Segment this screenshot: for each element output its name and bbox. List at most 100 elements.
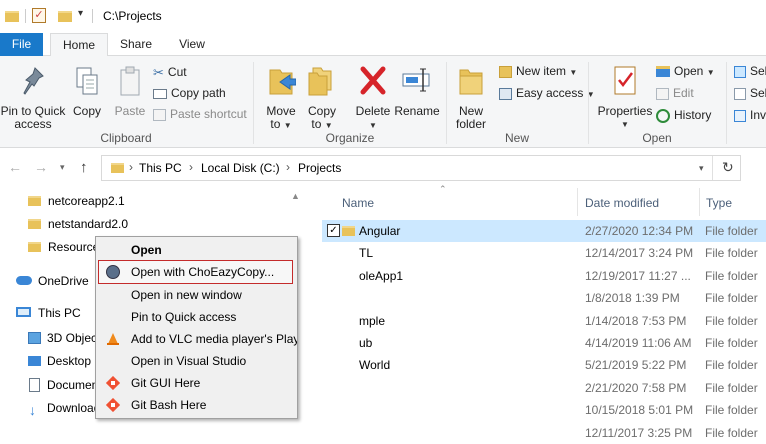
customize-toolbar-icon[interactable]: ▾	[78, 8, 83, 19]
table-row[interactable]: ub 4/14/2019 11:06 AM File folder	[322, 332, 766, 354]
back-icon[interactable]: ←	[8, 159, 22, 175]
menu-item-open-visual-studio[interactable]: Open in Visual Studio	[96, 350, 297, 372]
menu-item-git-bash[interactable]: Git Bash Here	[96, 394, 297, 416]
paste-shortcut-button[interactable]: Paste shortcut	[153, 107, 247, 121]
nav-item-3d-objects[interactable]: 3D Object	[28, 327, 100, 349]
tab-file[interactable]: File	[0, 33, 43, 56]
recent-locations-icon[interactable]: ▾	[60, 162, 65, 173]
refresh-icon[interactable]: ↻	[722, 159, 734, 176]
nav-item-desktop[interactable]: Desktop	[28, 350, 91, 372]
edit-button[interactable]: Edit	[656, 86, 694, 100]
nav-item-downloads[interactable]: ↓ Download	[28, 397, 100, 419]
nav-item-netcoreapp[interactable]: netcoreapp2.1	[28, 190, 125, 212]
tab-home[interactable]: Home	[50, 33, 108, 57]
breadcrumb-separator[interactable]: ›	[129, 160, 133, 174]
select-none-button[interactable]: Sel	[734, 86, 766, 100]
invert-selection-button[interactable]: Inv	[734, 108, 766, 122]
column-divider[interactable]	[577, 188, 578, 216]
copy-button[interactable]: Copy	[68, 66, 106, 118]
edit-icon	[656, 87, 669, 100]
scissors-icon: ✂	[153, 64, 164, 80]
history-button[interactable]: History	[656, 108, 711, 123]
breadcrumb-projects[interactable]: Projects	[298, 161, 341, 175]
table-row[interactable]: 12/11/2017 3:25 PM File folder	[322, 422, 766, 444]
ribbon-home: Pin to Quick access Copy Paste ✂ Cut Copy…	[0, 56, 766, 148]
new-folder-quick-access-icon[interactable]	[58, 11, 72, 22]
open-button[interactable]: Open ▼	[656, 64, 715, 80]
column-header-type[interactable]: Type	[706, 196, 732, 210]
breadcrumb-this-pc[interactable]: This PC	[139, 161, 182, 175]
nav-item-this-pc[interactable]: This PC	[16, 302, 81, 324]
cut-button[interactable]: ✂ Cut	[153, 65, 187, 80]
breadcrumb-local-disk[interactable]: Local Disk (C:)	[201, 161, 280, 175]
cell-name: TL	[359, 246, 374, 260]
nav-item-netstandard[interactable]: netstandard2.0	[28, 213, 128, 235]
easy-access-button[interactable]: Easy access ▼	[499, 86, 595, 102]
copy-path-button[interactable]: Copy path	[153, 86, 226, 100]
column-header-name[interactable]: Name	[342, 196, 374, 210]
up-icon[interactable]: ↑	[80, 159, 88, 176]
nav-item-label: netstandard2.0	[48, 217, 129, 231]
cell-type: File folder	[705, 403, 758, 417]
breadcrumb-separator[interactable]: ›	[189, 160, 193, 174]
menu-item-open-with-choeazycopy[interactable]: Open with ChoEazyCopy...	[98, 260, 293, 284]
new-item-button[interactable]: New item ▼	[499, 64, 577, 80]
tab-view[interactable]: View	[168, 33, 216, 56]
nav-item-resource[interactable]: Resource	[28, 236, 99, 258]
table-row[interactable]: 2/21/2020 7:58 PM File folder	[322, 377, 766, 399]
paste-shortcut-label: Paste shortcut	[170, 107, 247, 121]
table-row[interactable]: oleApp1 12/19/2017 11:27 ... File folder	[322, 265, 766, 287]
row-checkbox[interactable]: ✓	[327, 224, 340, 237]
pin-to-quick-access-button[interactable]: Pin to Quick access	[0, 66, 66, 131]
address-bar[interactable]: › This PC › Local Disk (C:) › Projects ▾…	[101, 155, 741, 181]
menu-item-label: Open in Visual Studio	[131, 354, 247, 368]
cell-name: oleApp1	[359, 269, 404, 283]
sort-ascending-icon[interactable]: ⌃	[439, 184, 447, 195]
breadcrumb-separator[interactable]: ›	[286, 160, 290, 174]
new-folder-button[interactable]: New folder	[450, 64, 492, 131]
git-bash-icon	[106, 398, 120, 412]
tab-share[interactable]: Share	[112, 33, 160, 56]
table-row[interactable]: 10/15/2018 5:01 PM File folder	[322, 399, 766, 421]
chevron-down-icon: ▼	[569, 68, 578, 77]
new-folder-icon	[459, 69, 483, 95]
new-item-icon	[499, 65, 512, 78]
cell-date-modified: 4/14/2019 11:06 AM	[585, 336, 692, 350]
table-row[interactable]: mple 1/14/2018 7:53 PM File folder	[322, 310, 766, 332]
column-divider[interactable]	[699, 188, 700, 216]
chevron-down-icon: ▼	[369, 121, 377, 130]
paste-button[interactable]: Paste	[110, 66, 150, 118]
rename-button[interactable]: Rename	[394, 64, 440, 118]
nav-item-label: Documen	[47, 378, 99, 392]
table-row[interactable]: ✓ Angular 2/27/2020 12:34 PM File folder	[322, 220, 766, 242]
nav-item-documents[interactable]: Documen	[28, 374, 98, 396]
table-row[interactable]: World 5/21/2019 5:22 PM File folder	[322, 354, 766, 376]
nav-item-onedrive[interactable]: OneDrive	[16, 270, 89, 292]
forward-icon[interactable]: →	[34, 159, 48, 175]
properties-button[interactable]: Properties ▼	[594, 64, 656, 131]
paste-shortcut-icon	[153, 108, 166, 121]
folder-icon	[28, 196, 41, 206]
menu-item-git-gui[interactable]: Git GUI Here	[96, 372, 297, 394]
delete-button[interactable]: Delete ▼	[352, 64, 394, 132]
column-header-date[interactable]: Date modified	[585, 196, 659, 210]
properties-label: Properties	[597, 104, 653, 118]
menu-item-pin-quick-access[interactable]: Pin to Quick access	[96, 306, 297, 328]
menu-item-open[interactable]: Open	[96, 239, 297, 261]
menu-item-open-new-window[interactable]: Open in new window	[96, 284, 297, 306]
menu-item-vlc-playlist[interactable]: Add to VLC media player's Playlist	[96, 328, 297, 350]
group-divider	[726, 62, 727, 144]
copy-to-button[interactable]: Copy to ▼	[302, 64, 342, 132]
folder-icon	[28, 242, 41, 252]
properties-quick-access-icon[interactable]: ✓	[32, 8, 46, 23]
move-to-button[interactable]: Move to ▼	[262, 64, 300, 132]
scroll-up-icon[interactable]: ▲	[291, 191, 300, 201]
group-label-clipboard: Clipboard	[100, 131, 152, 145]
select-all-button[interactable]: Sel	[734, 64, 766, 78]
address-history-chevron-icon[interactable]: ▾	[699, 163, 704, 174]
nav-item-label: Desktop	[47, 354, 92, 368]
select-none-label: Sel	[750, 86, 766, 100]
table-row[interactable]: TL 12/14/2017 3:24 PM File folder	[322, 242, 766, 264]
table-row[interactable]: 1/8/2018 1:39 PM File folder	[322, 287, 766, 309]
git-gui-icon	[106, 376, 120, 390]
